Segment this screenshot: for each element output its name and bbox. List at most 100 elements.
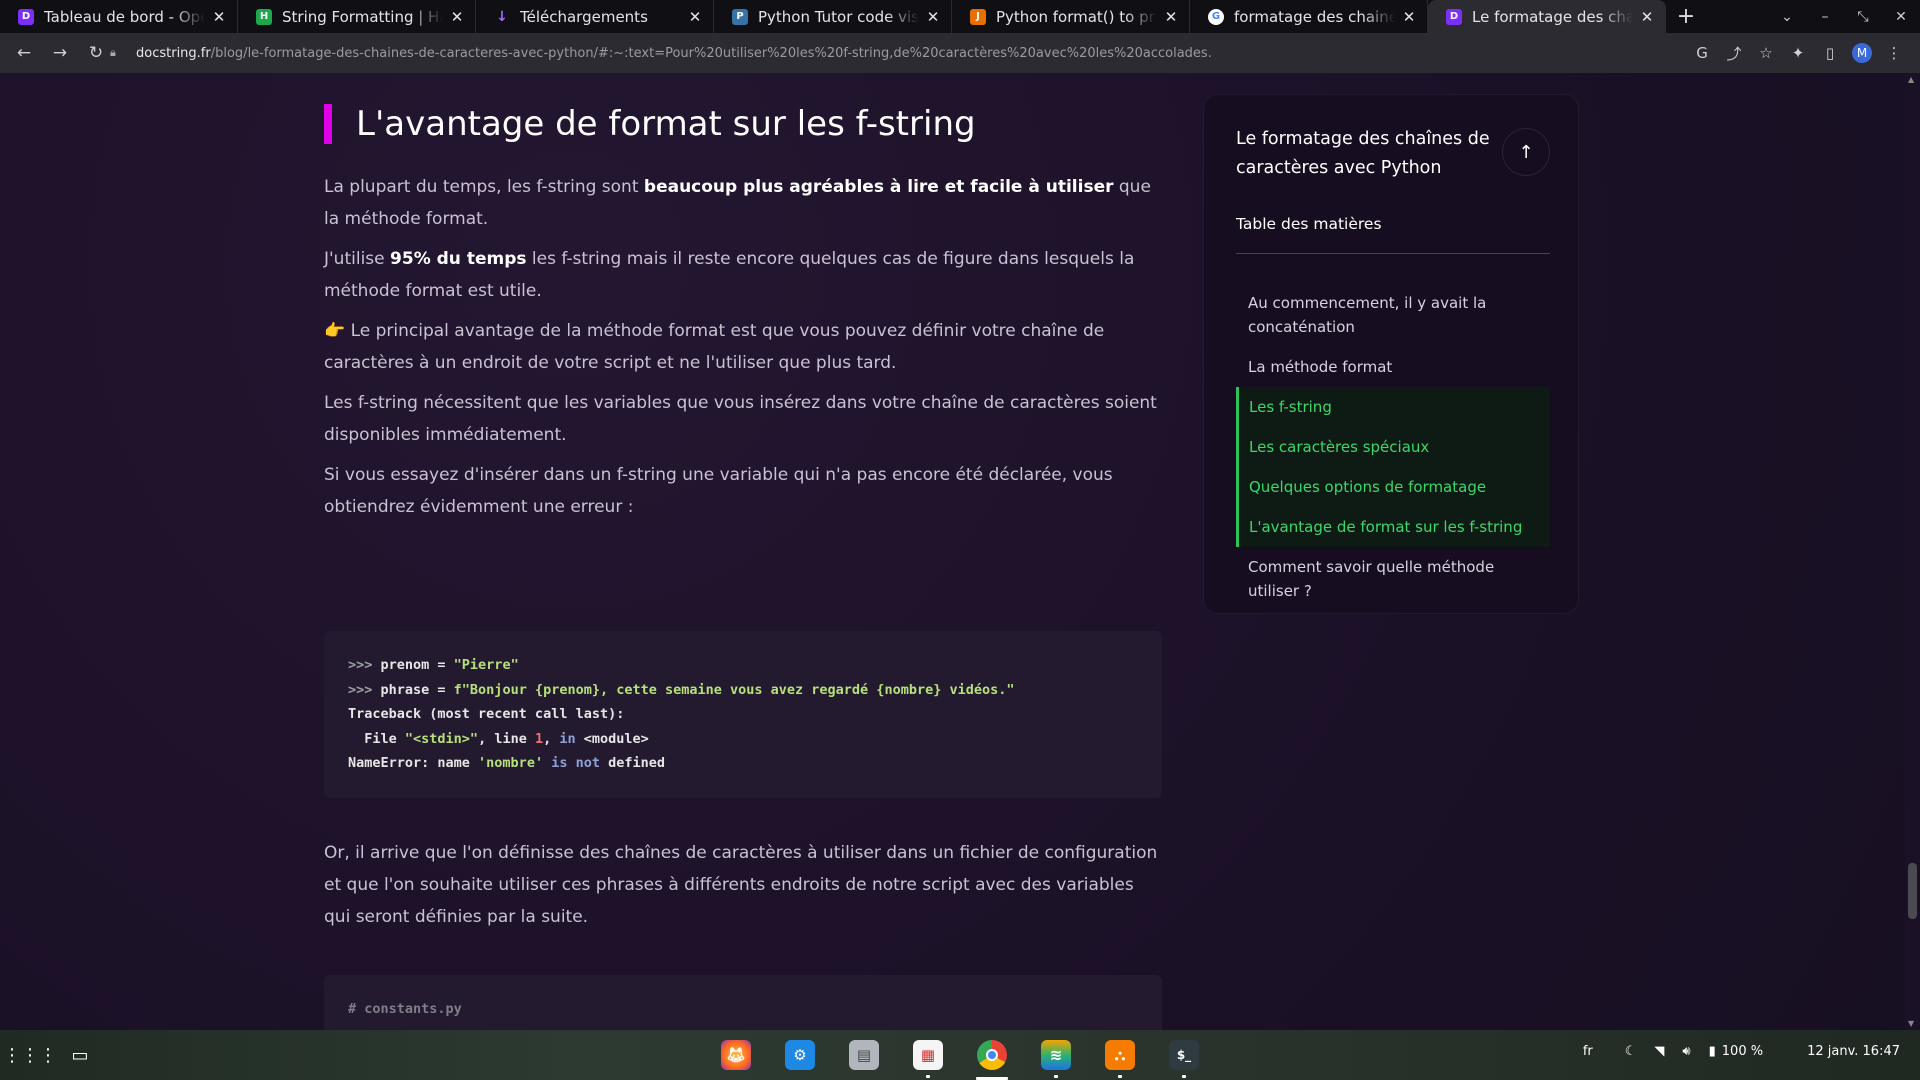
profile-avatar[interactable]: M xyxy=(1852,43,1872,63)
paragraph-2: J'utilise 95% du temps les f-string mais… xyxy=(324,249,1135,301)
toolbar-icons: G ⤴ ☆ ✦ ▯ M ⋮ xyxy=(1686,37,1910,69)
toc-item[interactable]: La méthode format xyxy=(1236,347,1550,387)
arrow-up-icon: ↑ xyxy=(1518,141,1534,163)
toc-item[interactable]: Au commencement, il y avait la concaténa… xyxy=(1236,283,1550,347)
code-line: File "<stdin>", line 1, in <module> xyxy=(348,730,649,747)
new-tab-button[interactable]: + xyxy=(1666,0,1706,33)
close-tab-icon[interactable]: ✕ xyxy=(687,8,703,26)
night-mode-icon[interactable]: ☾ xyxy=(1625,1044,1637,1059)
minimize-icon[interactable]: – xyxy=(1806,0,1844,33)
hackerrank-favicon-icon: H xyxy=(256,8,272,25)
show-desktop-icon[interactable]: ▭ xyxy=(62,1040,98,1070)
close-tab-icon[interactable]: ✕ xyxy=(449,8,465,26)
paragraph-1: La plupart du temps, les f-string sont b… xyxy=(324,177,1151,229)
scroll-up-arrow-icon[interactable]: ▲ xyxy=(1908,75,1914,84)
scroll-to-top-button[interactable]: ↑ xyxy=(1502,128,1550,176)
volume-icon[interactable]: 🔊︎ xyxy=(1682,1044,1690,1059)
java-favicon-icon: J xyxy=(970,8,986,25)
terminal-icon[interactable]: $_ xyxy=(1164,1036,1204,1078)
tab-6[interactable]: G formatage des chaines de caractères ✕ xyxy=(1190,0,1428,33)
battery-icon[interactable]: ▮ xyxy=(1709,1044,1716,1059)
extensions-icon[interactable]: ✦ xyxy=(1782,37,1814,69)
toc-divider xyxy=(1236,253,1550,254)
system-tray: fr ☾ ◥ 🔊︎ ▮ 100 % 12 janv. 16:47 xyxy=(1565,1044,1900,1059)
docstring-favicon-icon: D xyxy=(1446,8,1462,25)
tab-2[interactable]: H String Formatting | HackerRank ✕ xyxy=(238,0,476,33)
google-lens-icon[interactable]: G xyxy=(1686,37,1718,69)
bold-text: 95% du temps xyxy=(390,249,527,269)
chrome-icon[interactable] xyxy=(972,1036,1012,1080)
taskbar-left: ⋮⋮⋮ ▭ xyxy=(3,1040,112,1070)
close-tab-icon[interactable]: ✕ xyxy=(1163,8,1179,26)
table-of-contents: Le formatage des chaînes de caractères a… xyxy=(1204,95,1578,613)
google-favicon-icon: G xyxy=(1208,8,1224,25)
scrollbar-thumb[interactable] xyxy=(1908,863,1917,919)
tab-title: Python format() to print xyxy=(996,7,1157,26)
layers-icon[interactable]: ≋ xyxy=(1036,1036,1076,1078)
document-viewer-icon[interactable]: ▦ xyxy=(908,1036,948,1078)
toc-list: Au commencement, il y avait la concaténa… xyxy=(1236,283,1550,611)
heading-accent-bar xyxy=(324,104,332,144)
page-scrollbar[interactable]: ▲ ▼ xyxy=(1905,73,1920,1030)
share-icon[interactable]: ⤴ xyxy=(1718,37,1750,69)
lock-icon[interactable]: 🔒︎ xyxy=(110,46,124,60)
side-panel-icon[interactable]: ▯ xyxy=(1814,37,1846,69)
taskbar: ⋮⋮⋮ ▭ 🦊︎ ⚙ ▤ ▦ ≋ ⛬ $_ fr ☾ ◥ 🔊︎ ▮ 100 % … xyxy=(0,1030,1920,1080)
close-tab-icon[interactable]: ✕ xyxy=(1639,8,1655,26)
tab-title: Le formatage des chaînes xyxy=(1472,7,1633,26)
code-comment: # constants.py xyxy=(348,1001,462,1017)
restore-icon[interactable]: ⤡ xyxy=(1844,0,1882,33)
toc-item-active[interactable]: Les caractères spéciaux xyxy=(1236,427,1550,467)
tab-search-icon[interactable]: ⌄ xyxy=(1768,0,1806,33)
toc-item-active[interactable]: L'avantage de format sur les f-string xyxy=(1236,507,1550,547)
tab-5[interactable]: J Python format() to print ✕ xyxy=(952,0,1190,33)
wifi-icon[interactable]: ◥ xyxy=(1654,1044,1664,1059)
tab-title: Python Tutor code visualizer xyxy=(758,7,919,26)
code-line: >>> prenom = "Pierre" xyxy=(348,657,519,673)
address-bar[interactable]: 🔒︎ docstring.fr /blog/le-formatage-des-c… xyxy=(110,37,1690,69)
bold-text: beaucoup plus agréables à lire et facile… xyxy=(643,177,1114,197)
toc-title: Le formatage des chaînes de caractères a… xyxy=(1236,129,1490,178)
bookmark-star-icon[interactable]: ☆ xyxy=(1750,37,1782,69)
tab-3[interactable]: ↓ Téléchargements ✕ xyxy=(476,0,714,33)
toc-item-active[interactable]: Les f-string xyxy=(1236,387,1550,427)
tab-4[interactable]: P Python Tutor code visualizer ✕ xyxy=(714,0,952,33)
heading-text: L'avantage de format sur les f-string xyxy=(356,104,976,144)
forward-icon[interactable]: → xyxy=(44,37,76,69)
keyboard-language[interactable]: fr xyxy=(1583,1044,1593,1059)
tab-title: Tableau de bord - OpenClassrooms xyxy=(44,7,205,26)
python-favicon-icon: P xyxy=(732,8,748,25)
tab-strip: D Tableau de bord - OpenClassrooms ✕ H S… xyxy=(0,0,1920,33)
menu-kebab-icon[interactable]: ⋮ xyxy=(1878,37,1910,69)
back-icon[interactable]: ← xyxy=(8,37,40,69)
store-icon[interactable]: ⚙ xyxy=(780,1036,820,1074)
paragraph-6: Or, il arrive que l'on définisse des cha… xyxy=(324,843,1158,927)
clock[interactable]: 12 janv. 16:47 xyxy=(1807,1044,1900,1059)
tab-7-active[interactable]: D Le formatage des chaînes ✕ xyxy=(1428,0,1666,33)
toc-subtitle: Table des matières xyxy=(1236,215,1382,233)
toc-item[interactable]: Comment savoir quelle méthode utiliser ? xyxy=(1236,547,1550,611)
web-page: L'avantage de format sur les f-string La… xyxy=(0,73,1905,1030)
network-icon[interactable]: ⛬ xyxy=(1100,1036,1140,1078)
code-line: Traceback (most recent call last): xyxy=(348,706,625,722)
close-tab-icon[interactable]: ✕ xyxy=(211,8,227,26)
paragraph-3: 👉 Le principal avantage de la méthode fo… xyxy=(324,321,1105,373)
code-line: >>> phrase = f"Bonjour {prenom}, cette s… xyxy=(348,681,1015,698)
reload-icon[interactable]: ↻ xyxy=(80,37,112,69)
tab-1[interactable]: D Tableau de bord - OpenClassrooms ✕ xyxy=(0,0,238,33)
close-tab-icon[interactable]: ✕ xyxy=(1401,8,1417,26)
toc-item-active[interactable]: Quelques options de formatage xyxy=(1236,467,1550,507)
paragraph-5: Si vous essayez d'insérer dans un f-stri… xyxy=(324,465,1113,517)
tab-title: formatage des chaines de caractères xyxy=(1234,7,1395,26)
files-icon[interactable]: ▤ xyxy=(844,1036,884,1074)
app-grid-icon[interactable]: ⋮⋮⋮ xyxy=(3,1040,57,1070)
tab-title: Téléchargements xyxy=(520,7,648,26)
close-window-icon[interactable]: ✕ xyxy=(1882,0,1920,33)
url-path: /blog/le-formatage-des-chaines-de-caract… xyxy=(210,45,1212,61)
paragraph-4: Les f-string nécessitent que les variabl… xyxy=(324,393,1157,445)
browser-toolbar: ← → ↻ 🔒︎ docstring.fr /blog/le-formatage… xyxy=(0,33,1920,73)
scroll-down-arrow-icon[interactable]: ▼ xyxy=(1908,1019,1914,1028)
close-tab-icon[interactable]: ✕ xyxy=(925,8,941,26)
window-controls: ⌄ – ⤡ ✕ xyxy=(1768,0,1920,33)
firefox-icon[interactable]: 🦊︎ xyxy=(716,1036,756,1074)
